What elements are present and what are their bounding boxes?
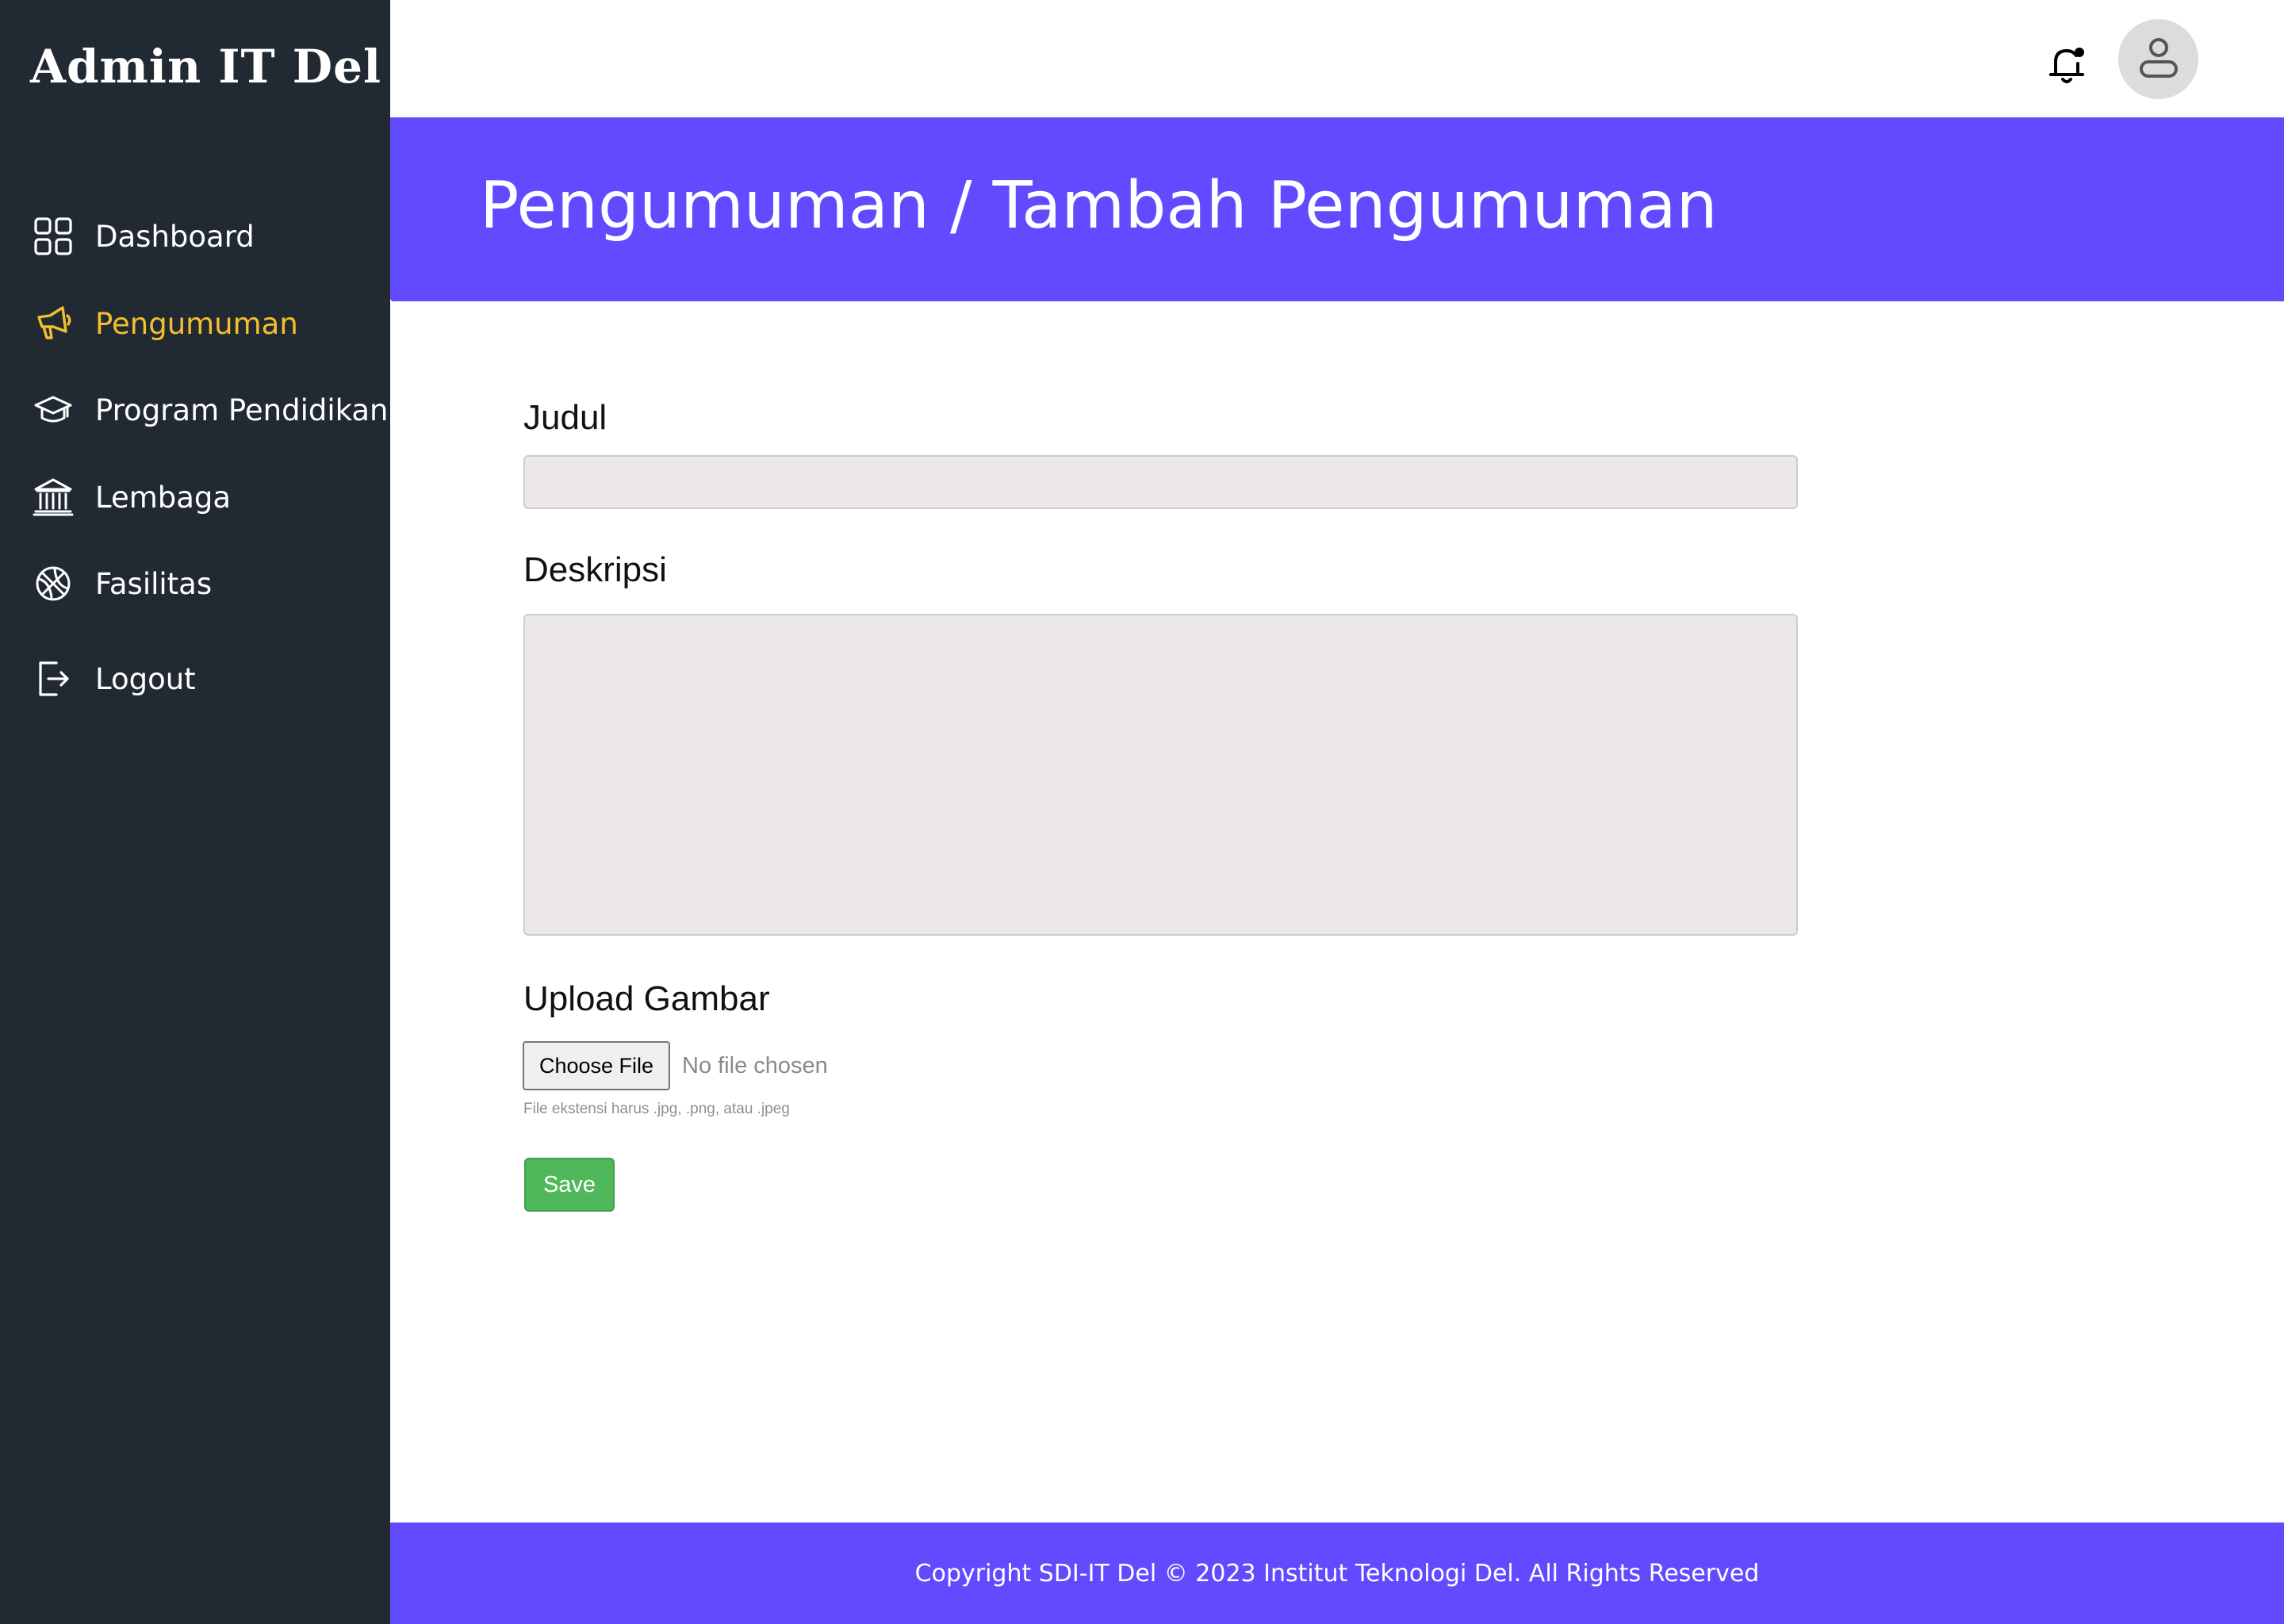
sidebar-item-program-pendidikan[interactable]: Program Pendidikan [32, 386, 390, 434]
file-status-text: No file chosen [682, 1053, 828, 1078]
basketball-icon [32, 562, 75, 605]
sidebar-item-label: Fasilitas [95, 566, 213, 601]
grid-icon [32, 215, 75, 258]
sidebar-item-label: Logout [95, 661, 196, 696]
copyright-text: Copyright SDI-IT Del © 2023 Institut Tek… [914, 1559, 1760, 1588]
sidebar-item-lembaga[interactable]: Lembaga [32, 473, 390, 521]
sidebar: Admin IT Del Dashboard Pengumuman Progra… [0, 0, 390, 1624]
user-icon [2135, 33, 2182, 85]
sidebar-item-dashboard[interactable]: Dashboard [32, 213, 390, 260]
deskripsi-textarea[interactable] [523, 614, 1798, 936]
page-title: Pengumuman / Tambah Pengumuman [480, 168, 1718, 243]
avatar[interactable] [2118, 19, 2198, 99]
sidebar-item-fasilitas[interactable]: Fasilitas [32, 560, 390, 607]
deskripsi-label: Deskripsi [523, 550, 667, 589]
judul-input[interactable] [523, 455, 1798, 509]
sidebar-item-label: Dashboard [95, 219, 255, 254]
sidebar-item-label: Program Pendidikan [95, 393, 389, 427]
logout-icon [32, 657, 75, 700]
judul-label: Judul [523, 398, 607, 437]
brand-title: Admin IT Del [30, 40, 382, 94]
megaphone-icon [32, 302, 75, 345]
page-header-banner: Pengumuman / Tambah Pengumuman [390, 117, 2284, 301]
sidebar-item-label: Pengumuman [95, 306, 298, 341]
institution-icon [32, 476, 75, 519]
save-button[interactable]: Save [524, 1158, 615, 1212]
sidebar-item-logout[interactable]: Logout [32, 655, 390, 703]
footer: Copyright SDI-IT Del © 2023 Institut Tek… [390, 1522, 2284, 1624]
file-extension-hint: File ekstensi harus .jpg, .png, atau .jp… [523, 1101, 790, 1117]
sidebar-item-pengumuman[interactable]: Pengumuman [32, 300, 390, 347]
sidebar-item-label: Lembaga [95, 480, 232, 515]
choose-file-button[interactable]: Choose File [523, 1041, 670, 1090]
upload-gambar-label: Upload Gambar [523, 979, 770, 1018]
bell-icon[interactable] [2044, 41, 2089, 87]
graduation-cap-icon [32, 389, 75, 431]
